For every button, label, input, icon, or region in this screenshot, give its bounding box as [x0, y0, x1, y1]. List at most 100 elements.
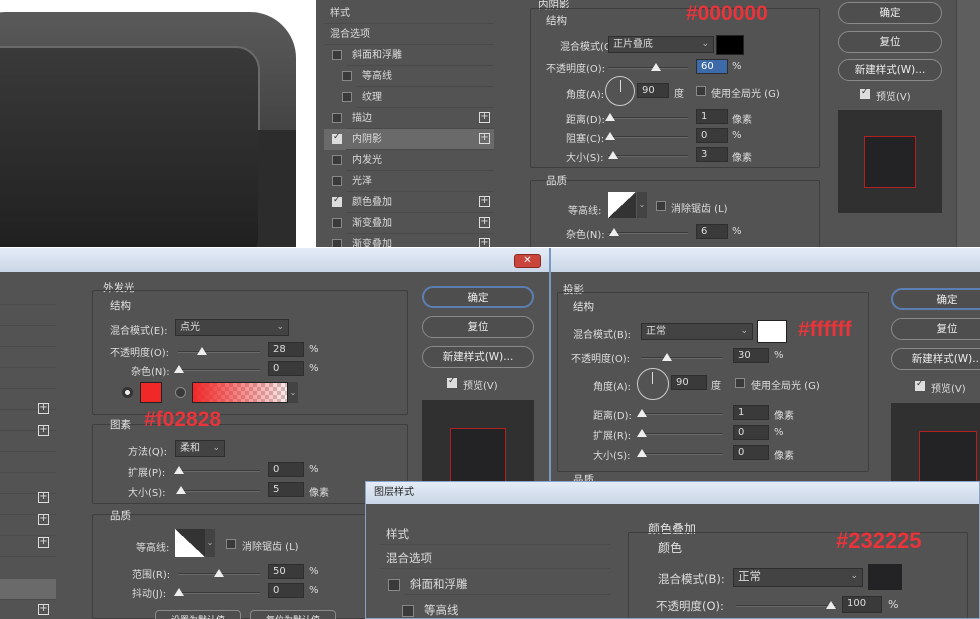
range-input[interactable]: 50 — [268, 564, 304, 579]
slider-thumb[interactable] — [609, 228, 619, 236]
distance-input[interactable]: 1 — [733, 405, 769, 420]
plus-icon[interactable]: + — [38, 492, 49, 503]
opacity-slider[interactable] — [641, 353, 723, 361]
opacity-input[interactable]: 100 — [842, 596, 882, 613]
list-item-inner-shadow[interactable]: 内阴影 — [346, 129, 494, 150]
slider-thumb[interactable] — [637, 409, 647, 417]
checkbox-stroke[interactable] — [332, 113, 342, 123]
ok-button[interactable]: 确定 — [838, 2, 942, 24]
slider-thumb[interactable] — [174, 365, 184, 373]
blend-mode-select[interactable]: 正常 ⌄ — [641, 323, 753, 340]
slider-thumb[interactable] — [197, 347, 207, 355]
slider-thumb[interactable] — [826, 601, 836, 609]
list-item-bevel[interactable]: 斜面和浮雕 — [404, 574, 610, 595]
checkbox-bevel[interactable] — [332, 50, 342, 60]
checkbox-bevel[interactable] — [388, 579, 400, 591]
spread-input[interactable]: 0 — [733, 425, 769, 440]
plus-icon[interactable]: + — [38, 604, 49, 615]
color-swatch-white[interactable] — [757, 320, 787, 343]
slider-thumb[interactable] — [605, 132, 615, 140]
list-item-bevel[interactable]: 斜面和浮雕 — [346, 45, 494, 66]
gradient-swatch[interactable] — [192, 382, 288, 403]
size-slider[interactable] — [176, 486, 260, 494]
preview-checkbox[interactable] — [860, 87, 870, 99]
blend-mode-select[interactable]: 正常 ⌄ — [733, 568, 863, 587]
choke-slider[interactable] — [605, 132, 688, 140]
preview-checkbox[interactable] — [915, 379, 925, 391]
plus-icon[interactable]: + — [479, 133, 490, 144]
opacity-input[interactable]: 60 — [696, 59, 728, 74]
gradient-radio-button[interactable] — [175, 387, 186, 398]
list-item[interactable] — [0, 452, 56, 473]
checkbox-contour[interactable] — [402, 605, 414, 617]
slider-thumb[interactable] — [637, 429, 647, 437]
checkbox-contour[interactable] — [342, 71, 352, 81]
list-item-styles[interactable]: 样式 — [380, 524, 610, 545]
color-swatch-red[interactable] — [140, 382, 162, 403]
noise-input[interactable]: 0 — [268, 361, 304, 376]
size-input[interactable]: 0 — [733, 445, 769, 460]
opacity-slider[interactable] — [178, 347, 260, 355]
contour-preview[interactable] — [608, 192, 636, 218]
slider-thumb[interactable] — [608, 151, 618, 159]
checkbox-gradient-overlay[interactable] — [332, 218, 342, 228]
list-item-inner-glow[interactable]: 内发光 — [346, 150, 494, 171]
angle-input[interactable]: 90 — [637, 83, 669, 98]
opacity-slider[interactable] — [736, 601, 836, 609]
distance-input[interactable]: 1 — [696, 109, 728, 124]
noise-input[interactable]: 6 — [696, 224, 728, 239]
ok-button[interactable]: 确定 — [422, 286, 534, 308]
angle-input[interactable]: 90 — [671, 375, 707, 390]
distance-slider[interactable] — [605, 113, 688, 121]
plus-icon[interactable]: + — [479, 238, 490, 247]
jitter-input[interactable]: 0 — [268, 583, 304, 598]
plus-icon[interactable]: + — [38, 403, 49, 414]
ok-button[interactable]: 确定 — [891, 288, 980, 310]
list-item-styles[interactable]: 样式 — [324, 3, 494, 24]
color-swatch-dark[interactable] — [868, 564, 902, 590]
chevron-down-icon[interactable]: ⌄ — [288, 382, 298, 403]
spread-slider[interactable] — [174, 466, 260, 474]
list-item-gradient-overlay-2[interactable]: 渐变叠加 — [346, 234, 494, 247]
plus-icon[interactable]: + — [479, 196, 490, 207]
list-item[interactable] — [0, 284, 56, 305]
slider-thumb[interactable] — [637, 449, 647, 457]
chevron-down-icon[interactable]: ⌄ — [637, 192, 647, 218]
list-item[interactable] — [0, 347, 56, 368]
opacity-input[interactable]: 28 — [268, 342, 304, 357]
size-input[interactable]: 3 — [696, 147, 728, 162]
list-item[interactable] — [0, 305, 56, 326]
list-item-stroke[interactable]: 描边 — [346, 108, 494, 129]
checkbox-inner-glow[interactable] — [332, 155, 342, 165]
color-swatch-black[interactable] — [716, 35, 744, 55]
checkbox-inner-shadow[interactable] — [332, 132, 342, 144]
new-style-button[interactable]: 新建样式(W)... — [838, 59, 942, 81]
preview-checkbox[interactable] — [447, 376, 457, 388]
size-slider[interactable] — [608, 151, 688, 159]
choke-input[interactable]: 0 — [696, 128, 728, 143]
slider-thumb[interactable] — [214, 569, 224, 577]
slider-thumb[interactable] — [662, 353, 672, 361]
slider-thumb[interactable] — [651, 63, 661, 71]
new-style-button[interactable]: 新建样式(W)... — [422, 346, 534, 368]
spread-input[interactable]: 0 — [268, 462, 304, 477]
list-item-gradient-overlay[interactable]: 渐变叠加 — [346, 213, 494, 234]
slider-thumb[interactable] — [176, 486, 186, 494]
contour-preview[interactable] — [175, 529, 205, 557]
spread-slider[interactable] — [637, 429, 723, 437]
slider-thumb[interactable] — [605, 113, 615, 121]
size-slider[interactable] — [637, 449, 723, 457]
list-item-blend-options[interactable]: 混合选项 — [324, 24, 494, 45]
checkbox-satin[interactable] — [332, 176, 342, 186]
slider-thumb[interactable] — [174, 466, 184, 474]
reset-default-button[interactable]: 复位为默认值 — [250, 610, 336, 619]
list-item[interactable] — [0, 368, 56, 389]
range-slider[interactable] — [178, 569, 260, 577]
plus-icon[interactable]: + — [38, 514, 49, 525]
reset-button[interactable]: 复位 — [838, 31, 942, 53]
list-item-color-overlay[interactable]: 颜色叠加 — [346, 192, 494, 213]
list-item-texture[interactable]: 纹理 — [356, 87, 494, 108]
checkbox-gradient-overlay-2[interactable] — [332, 239, 342, 247]
anti-alias-checkbox[interactable] — [656, 201, 666, 211]
noise-slider[interactable] — [608, 228, 688, 236]
